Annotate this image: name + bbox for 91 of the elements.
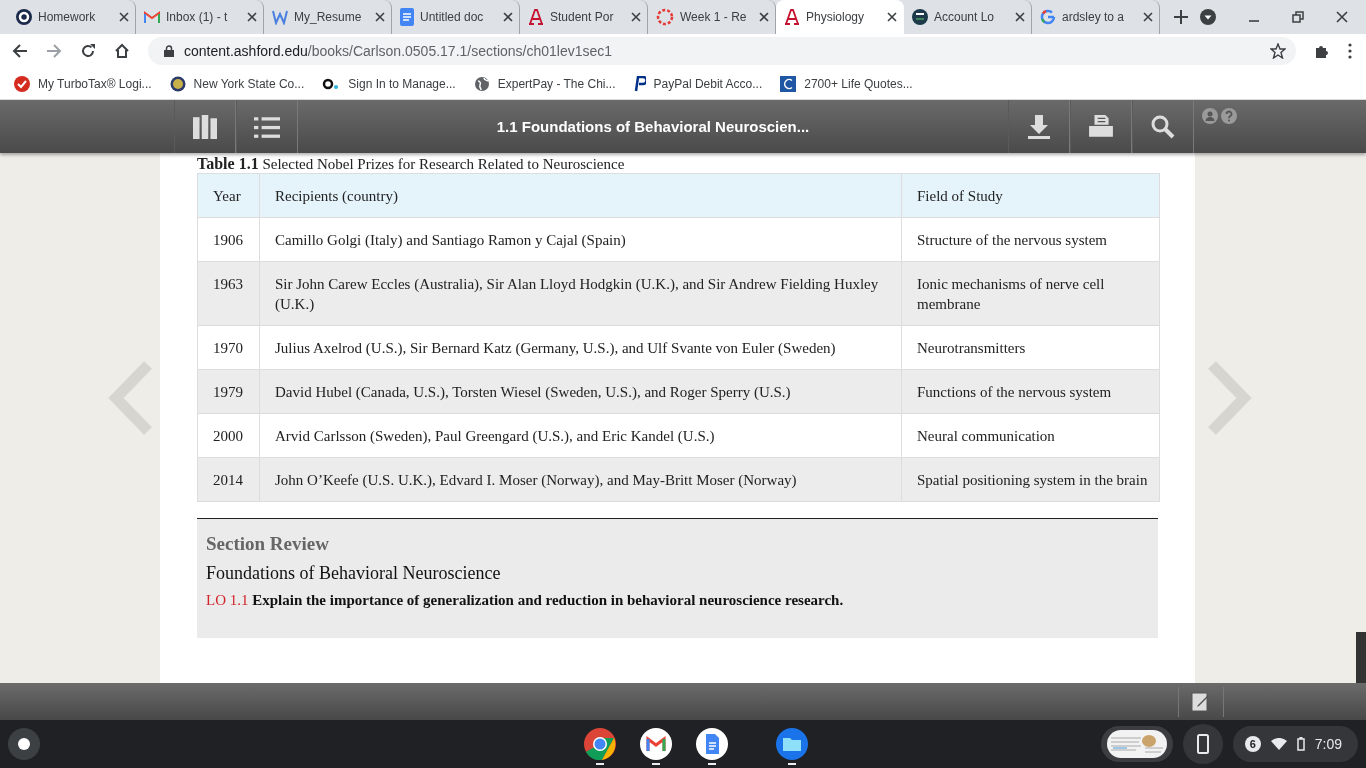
table-cell: Arvid Carlsson (Sweden), Paul Greengard (U.S.), and Eric Kandel (U.S.) [259,413,902,458]
table-cell: 1906 [197,217,260,262]
mail-icon [144,11,160,23]
bookmark[interactable]: New York State Co... [169,75,305,92]
table-cell: David Hubel (Canada, U.S.), Torsten Wiesel (Sweden, U.S.), and Roger Sperry (U.S.) [259,369,902,414]
folder-app-icon[interactable] [776,728,808,760]
table-cell: John O’Keefe (U.S. U.K.), Edvard I. Moser (Norway), and May-Britt Moser (Norway) [259,457,902,502]
table-cell: 1970 [197,325,260,370]
download-icon[interactable] [1027,114,1051,139]
bookmark[interactable]: PayPal Debit Acco... [633,75,763,92]
scrollbar-thumb[interactable] [1356,632,1366,683]
section-heading: Section Review [206,533,330,555]
dropdown-icon[interactable] [1200,9,1216,25]
library-icon[interactable] [193,114,217,139]
close-icon[interactable] [1143,12,1153,22]
a-logo-icon [528,9,544,25]
column-header: Year [197,173,260,218]
table-cell: Functions of the nervous system [901,369,1160,414]
wifi-icon [1270,738,1287,750]
close-icon[interactable] [759,12,769,22]
dots-icon [322,77,341,90]
a-logo-icon [784,9,800,25]
search-icon[interactable] [1151,114,1175,139]
globe-icon [473,75,490,92]
table-cell: Sir John Carew Eccles (Australia), Sir Alan Lloyd Hodgkin (U.K.), and Sir Andrew Fielding Huxley (U.K.) [259,261,902,326]
table-cell: Structure of the nervous system [901,217,1160,262]
lock-icon [164,45,174,57]
window-thumbnail[interactable] [1100,726,1173,762]
c-logo-icon [780,75,797,92]
back-icon[interactable] [12,43,28,59]
help-icon[interactable] [1221,108,1237,124]
checkmark-icon [14,75,30,92]
forward-icon[interactable] [46,43,62,59]
learning-objective: LO 1.1 Explain the importance of generalization and reduction in behavioral neuroscience research. [206,592,845,609]
battery-icon [1296,737,1305,751]
browser-tab[interactable]: Physiology [776,0,904,34]
home-icon[interactable] [114,43,130,59]
dotted-ring-icon [656,8,674,26]
new-tab-icon[interactable] [1174,10,1188,24]
launcher-icon[interactable] [8,728,40,760]
phone-icon[interactable] [1182,724,1223,764]
table-cell: 1963 [197,261,260,326]
column-header: Field of Study [901,173,1160,218]
document-app-icon[interactable] [696,728,728,760]
table-cell: 2000 [197,413,260,458]
seal-icon [169,75,186,92]
reload-icon[interactable] [80,43,96,59]
close-icon[interactable] [631,12,641,22]
close-icon[interactable] [887,12,897,22]
table-cell: Neurotransmitters [901,325,1160,370]
star-icon[interactable] [1270,43,1286,59]
close-icon[interactable] [247,12,257,22]
url-text: content.ashford.edu/books/Carlson.0505.17.1/sections/ch01lev1sec1 [184,43,614,59]
document-icon [400,8,414,26]
table-cell: 2014 [197,457,260,502]
column-header: Recipients (country) [259,173,902,218]
close-icon[interactable] [1336,11,1348,23]
menu-icon[interactable] [1348,43,1352,59]
close-icon[interactable] [375,12,385,22]
g-logo-icon [1040,9,1056,25]
address-field[interactable]: content.ashford.edu/books/Carlson.0505.17.1/sections/ch01lev1sec1 [148,37,1296,65]
notification-count: 6 [1244,736,1261,752]
bookmark[interactable]: Sign In to Manage... [322,76,456,91]
clock-time: 7:09 [1314,736,1342,752]
restore-icon[interactable] [1292,11,1304,23]
badge-icon [912,9,928,25]
puzzle-icon[interactable] [1314,43,1330,59]
status-area[interactable]: 6 7:09 [1232,726,1358,762]
list-icon[interactable] [254,114,280,139]
w-letter-icon [272,9,288,25]
bookmark[interactable]: ExpertPay - The Chi... [473,75,616,92]
print-icon[interactable] [1088,114,1114,139]
table-cell: 1979 [197,369,260,414]
close-icon[interactable] [1015,12,1025,22]
table-cell: Julius Axelrod (U.S.), Sir Bernard Katz (Germany, U.S.), and Ulf Svante von Euler (Sweden) [259,325,902,370]
user-icon[interactable] [1202,108,1218,124]
table-cell: Ionic mechanisms of nerve cell membrane [901,261,1160,326]
ring-logo-icon [16,9,32,25]
close-icon[interactable] [503,12,513,22]
table-cell: Neural communication [901,413,1160,458]
bookmark[interactable]: My TurboTax® Logi... [14,75,152,92]
bookmark[interactable]: 2700+ Life Quotes... [780,75,913,92]
table-caption: Table 1.1 Selected Nobel Prizes for Research Related to Neuroscience [197,155,626,173]
table-cell: Spatial positioning system in the brain [901,457,1160,502]
table-cell: Camillo Golgi (Italy) and Santiago Ramon y Cajal (Spain) [259,217,902,262]
mail-app-icon[interactable] [640,728,672,760]
browser-app-icon[interactable] [584,728,616,760]
p-logo-icon [633,75,646,92]
section-subheading: Foundations of Behavioral Neuroscience [206,563,502,584]
close-icon[interactable] [119,12,129,22]
book-title: 1.1 Foundations of Behavioral Neuroscien... [495,118,811,135]
